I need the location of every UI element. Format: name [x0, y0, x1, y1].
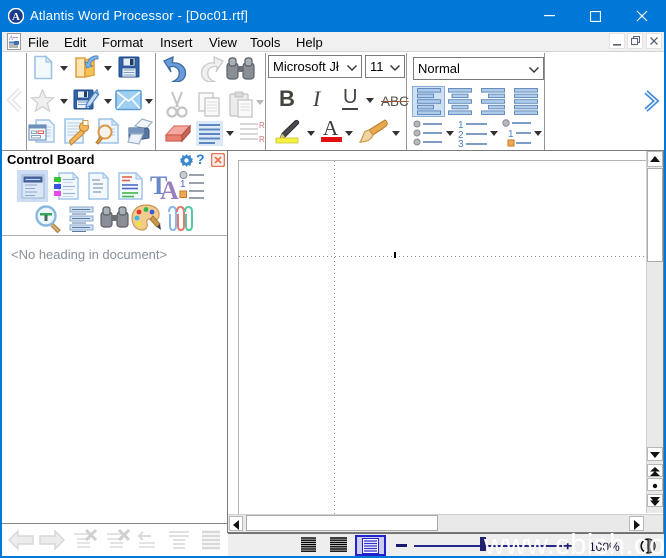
svg-text:1: 1: [508, 129, 514, 140]
svg-text:R: R: [259, 121, 265, 130]
svg-text:A: A: [12, 11, 20, 23]
svg-text:R: R: [259, 135, 265, 144]
svg-text:A: A: [8, 35, 13, 42]
svg-text:1: 1: [180, 179, 186, 190]
svg-text:3: 3: [458, 139, 464, 148]
